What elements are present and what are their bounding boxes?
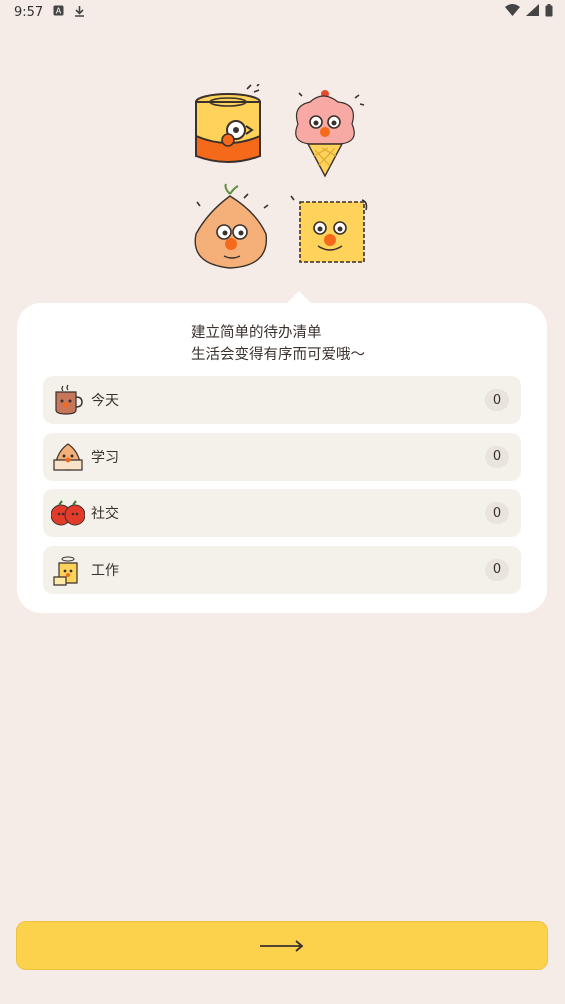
wifi-icon: [505, 4, 520, 20]
intro-line-1: 建立简单的待办清单: [191, 325, 322, 341]
onion-character-icon: [194, 183, 269, 269]
hero-characters-illustration: [190, 83, 375, 274]
tomatoes-character-icon: [51, 500, 85, 526]
list-item-work[interactable]: 工作 0: [43, 545, 521, 594]
list-item-today[interactable]: 今天 0: [43, 376, 521, 424]
status-left: 9:57 A: [14, 5, 85, 20]
intro-text: 建立简单的待办清单 生活会变得有序而可爱哦～: [191, 322, 365, 366]
can-character-icon: [195, 83, 261, 163]
list-item-count: 0: [485, 445, 509, 468]
status-right: [505, 3, 553, 21]
signal-icon: [526, 4, 539, 20]
cheese-character-icon: [53, 556, 78, 586]
list-item-label: 社交: [91, 506, 119, 522]
intro-line-2: 生活会变得有序而可爱哦～: [191, 347, 365, 363]
battery-icon: [545, 3, 553, 21]
list-item-count: 0: [485, 502, 509, 524]
status-bar: 9:57 A: [0, 0, 565, 24]
category-list: 今天 0 学习 0 社交 0 工作 0: [43, 376, 521, 602]
download-icon: [74, 5, 85, 20]
a-notification-icon: A: [53, 5, 64, 19]
list-item-study[interactable]: 学习 0: [43, 432, 521, 481]
dumpling-character-icon: [53, 442, 83, 471]
list-item-label: 今天: [91, 393, 119, 409]
list-item-label: 学习: [91, 449, 119, 466]
cup-character-icon: [55, 384, 83, 415]
todo-intro-card: 建立简单的待办清单 生活会变得有序而可爱哦～ 今天 0 学习 0 社交 0 工作…: [17, 291, 547, 613]
list-item-social[interactable]: 社交 0: [43, 489, 521, 537]
list-item-count: 0: [485, 558, 509, 581]
ice-cream-character-icon: [295, 90, 365, 178]
arrow-right-icon: [260, 939, 304, 952]
list-item-label: 工作: [91, 562, 119, 579]
status-time: 9:57: [14, 4, 44, 20]
next-button[interactable]: [16, 921, 548, 970]
card-pointer: [287, 291, 311, 303]
svg-text:A: A: [56, 7, 62, 16]
list-item-count: 0: [485, 389, 509, 411]
cracker-character-icon: [290, 195, 368, 263]
